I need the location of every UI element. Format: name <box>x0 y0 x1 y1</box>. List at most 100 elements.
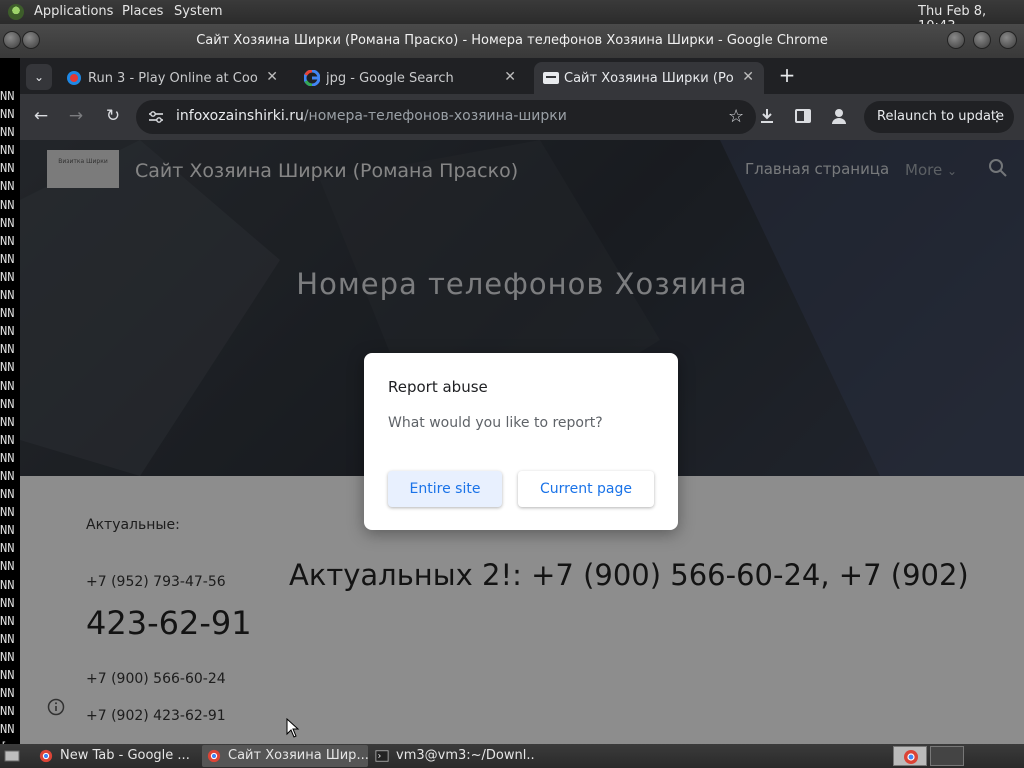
terminal-line: NN <box>0 559 15 574</box>
terminal-line: NN <box>0 505 15 520</box>
taskbar: New Tab - Google ... Сайт Хозяина Шир...… <box>0 744 1024 768</box>
address-bar[interactable]: infoxozainshirki.ru/номера-телефонов-хоз… <box>136 100 756 134</box>
tab-label: Run 3 - Play Online at Coolm <box>88 71 258 86</box>
tab-google-search[interactable]: jpg - Google Search ✕ <box>296 62 526 94</box>
terminal-line: NN <box>0 450 15 465</box>
terminal-line: NN <box>0 324 15 339</box>
site-favicon-icon <box>543 72 559 84</box>
chrome-icon <box>904 750 918 764</box>
terminal-line: NN <box>0 269 15 284</box>
terminal-line: NN <box>0 125 15 140</box>
terminal-line: NN <box>0 595 15 610</box>
terminal-line: NN <box>0 577 15 592</box>
report-abuse-dialog: Report abuse What would you like to repo… <box>364 353 678 530</box>
terminal-line: NN <box>0 360 15 375</box>
close-window-icon[interactable] <box>999 31 1017 49</box>
applications-menu[interactable]: Applications <box>34 4 113 19</box>
terminal-line: NN <box>0 686 15 701</box>
terminal-line: NN <box>0 523 15 538</box>
taskbar-item-label: vm3@vm3:~/Downl... <box>396 748 534 763</box>
tab-close-icon[interactable]: ✕ <box>266 69 278 85</box>
terminal-line: NN <box>0 197 15 212</box>
terminal-line: NN <box>0 432 15 447</box>
relaunch-to-update-button[interactable]: Relaunch to update ⋮ <box>864 101 1014 133</box>
back-icon[interactable]: ← <box>30 106 52 126</box>
terminal-line: NN <box>0 631 15 646</box>
terminal-line: NN <box>0 342 15 357</box>
current-page-button[interactable]: Current page <box>518 471 654 507</box>
tab-label: Сайт Хозяина Ширки (Рома <box>564 71 734 86</box>
terminal-line: NN <box>0 613 15 628</box>
terminal-line: NN <box>0 414 15 429</box>
url-path: /номера-телефонов-хозяина-ширки <box>303 108 567 124</box>
terminal-line: NN <box>0 107 15 122</box>
terminal-line: NN <box>0 215 15 230</box>
terminal-line: NN <box>0 161 15 176</box>
top-panel: Applications Places System Thu Feb 8, 10… <box>0 0 1024 34</box>
window-title: Сайт Хозяина Ширки (Романа Праско) - Ном… <box>196 33 828 48</box>
terminal-line: NN <box>0 649 15 664</box>
background-terminal: NN NN NN NN NN NN NN NN NN NN NN NN NN NN NN NN NN NN NN NN… <box>0 24 20 744</box>
relaunch-label: Relaunch to update <box>877 109 1005 124</box>
mouse-cursor-icon <box>286 718 300 738</box>
terminal-line: NN <box>0 306 15 321</box>
taskbar-item-new-tab[interactable]: New Tab - Google ... <box>34 745 198 767</box>
maximize-icon[interactable] <box>973 31 991 49</box>
download-icon[interactable] <box>758 107 776 125</box>
window-titlebar[interactable]: Сайт Хозяина Ширки (Романа Праско) - Ном… <box>0 24 1024 58</box>
terminal-line: NN <box>0 179 15 194</box>
taskbar-item-label: New Tab - Google ... <box>60 748 190 763</box>
terminal-line: NN <box>0 541 15 556</box>
terminal-line: NN <box>0 668 15 682</box>
distro-logo-icon <box>8 4 24 20</box>
terminal-line: NN <box>0 143 15 158</box>
bookmark-star-icon[interactable]: ☆ <box>728 106 744 127</box>
tab-label: jpg - Google Search <box>326 71 454 86</box>
system-menu[interactable]: System <box>174 4 222 19</box>
google-favicon-icon <box>304 70 320 86</box>
terminal-icon <box>375 750 389 762</box>
taskbar-item-label: Сайт Хозяина Шир... <box>228 748 368 763</box>
workspace-switcher[interactable] <box>893 746 927 766</box>
new-tab-icon[interactable]: + <box>776 64 798 86</box>
terminal-line: NN <box>0 722 15 737</box>
side-panel-icon[interactable] <box>794 107 812 125</box>
tab-search-chevron-icon[interactable]: ⌄ <box>26 64 52 90</box>
terminal-line: NN <box>0 704 15 719</box>
terminal-line: NN <box>0 233 15 248</box>
site-info-icon[interactable] <box>148 110 164 124</box>
workspace-2[interactable] <box>930 746 964 766</box>
taskbar-item-terminal[interactable]: vm3@vm3:~/Downl... <box>370 745 534 767</box>
terminal-line: NN <box>0 89 15 103</box>
terminal-line: NN <box>0 251 15 266</box>
minimize-icon[interactable] <box>947 31 965 49</box>
coolmath-favicon-icon <box>67 71 81 85</box>
window-menu-icon[interactable] <box>3 31 21 49</box>
browser-toolbar: ← → ↻ infoxozainshirki.ru/номера-телефон… <box>20 94 1024 140</box>
terminal-line: NN <box>0 468 15 483</box>
dialog-title: Report abuse <box>388 378 488 396</box>
tab-close-icon[interactable]: ✕ <box>504 69 516 85</box>
chrome-window: ⌄ Run 3 - Play Online at Coolm ✕ jpg - G… <box>20 58 1024 744</box>
tab-run3[interactable]: Run 3 - Play Online at Coolm ✕ <box>58 62 288 94</box>
url-domain: infoxozainshirki.ru <box>176 108 304 124</box>
profile-icon[interactable] <box>830 107 848 125</box>
terminal-line: NN <box>0 378 15 393</box>
terminal-line: NN <box>0 396 15 411</box>
terminal-line: NN <box>0 487 15 502</box>
entire-site-button[interactable]: Entire site <box>388 471 502 507</box>
tab-current-site[interactable]: Сайт Хозяина Ширки (Рома ✕ <box>534 62 764 94</box>
places-menu[interactable]: Places <box>122 4 163 19</box>
tab-strip: ⌄ Run 3 - Play Online at Coolm ✕ jpg - G… <box>20 58 1024 94</box>
show-desktop-icon[interactable] <box>4 748 20 764</box>
chrome-icon <box>39 749 53 763</box>
terminal-line: NN <box>0 288 15 303</box>
window-shade-icon[interactable] <box>22 31 40 49</box>
reload-icon[interactable]: ↻ <box>102 106 124 126</box>
forward-icon[interactable]: → <box>65 106 87 126</box>
chrome-icon <box>207 749 221 763</box>
taskbar-item-site[interactable]: Сайт Хозяина Шир... <box>202 745 368 767</box>
chrome-menu-icon[interactable]: ⋮ <box>990 101 1004 133</box>
tab-close-icon[interactable]: ✕ <box>742 69 754 85</box>
dialog-question: What would you like to report? <box>388 415 603 431</box>
